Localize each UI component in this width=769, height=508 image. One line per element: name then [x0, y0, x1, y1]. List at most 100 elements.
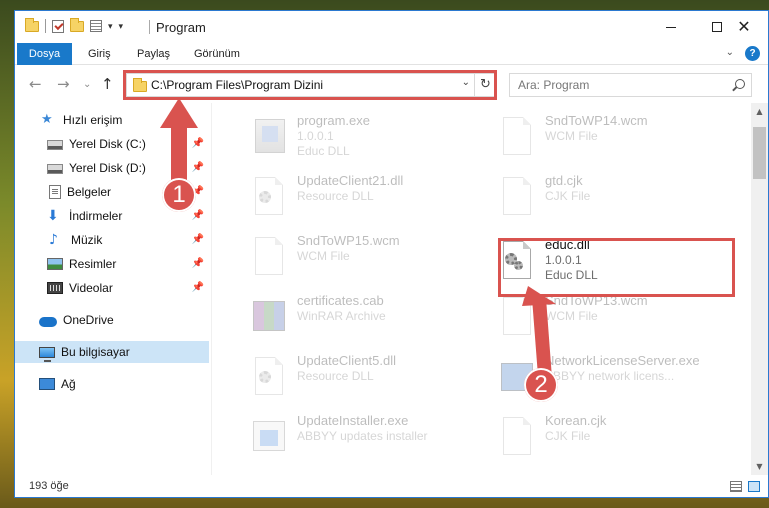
file-name: UpdateInstaller.exe [297, 413, 409, 428]
page-icon [499, 117, 533, 157]
file-name: UpdateClient21.dll [297, 173, 404, 188]
sidebar-item-label: Ağ [61, 377, 76, 391]
sidebar-item-label: OneDrive [63, 313, 114, 327]
music-icon: ♪ [49, 232, 58, 248]
file-item[interactable]: UpdateClient21.dll Resource DLL [241, 171, 471, 219]
file-type: ABBYY updates installer [297, 429, 428, 443]
new-folder-icon[interactable] [70, 17, 84, 32]
toolbar-divider [45, 19, 46, 33]
file-item[interactable]: program.exe 1.0.0.1 Educ DLL [241, 111, 471, 159]
sidebar-item-this-pc[interactable]: Bu bilgisayar [15, 341, 209, 363]
sidebar-item-videos[interactable]: Videolar 📌 [15, 277, 210, 299]
sidebar-item-disk-c[interactable]: Yerel Disk (C:) 📌 [15, 133, 210, 155]
sidebar-item-label: Belgeler [67, 185, 112, 199]
file-name: UpdateClient5.dll [297, 353, 397, 368]
installer-icon [251, 417, 285, 457]
up-arrow-icon[interactable]: ↑ [101, 75, 114, 93]
title-bar: ▾ ▾ Program ✕ [15, 11, 768, 43]
file-name: NetworkLicenseServer.exe [545, 353, 700, 368]
pin-icon[interactable]: 📌 [192, 162, 204, 173]
sidebar-item-label: Resimler [69, 257, 117, 271]
tab-share[interactable]: Paylaş [137, 43, 170, 65]
page-icon [251, 237, 285, 277]
file-item[interactable]: UpdateInstaller.exe ABBYY updates instal… [241, 411, 471, 459]
pane-divider[interactable] [211, 103, 212, 475]
sidebar-item-onedrive[interactable]: OneDrive [15, 309, 210, 331]
sidebar-item-label: Bu bilgisayar [61, 345, 130, 359]
sidebar-item-label: Müzik [71, 233, 103, 247]
tab-view[interactable]: Görünüm [194, 43, 240, 65]
file-type: WinRAR Archive [297, 309, 386, 323]
file-item[interactable]: SndToWP13.wcm WCM File [489, 291, 719, 339]
close-button[interactable]: ✕ [721, 11, 767, 43]
chevron-down-icon[interactable]: ⌄ [726, 47, 734, 58]
pictures-icon [47, 258, 63, 270]
sidebar-item-label: Videolar [69, 281, 113, 295]
large-icons-view-icon[interactable] [748, 481, 760, 492]
properties-icon[interactable] [90, 20, 102, 32]
properties-check-icon[interactable] [52, 19, 64, 33]
chevron-down-icon[interactable]: ▾ [108, 21, 113, 32]
chevron-down-icon[interactable]: ⌄ [83, 79, 91, 90]
network-icon [39, 378, 55, 390]
file-list: program.exe 1.0.0.1 Educ DLL SndToWP14.w… [223, 103, 748, 475]
pin-icon[interactable]: 📌 [192, 258, 204, 269]
exe-icon [251, 117, 285, 157]
sidebar-item-label: Hızlı erişim [63, 113, 123, 127]
back-arrow-icon[interactable]: ← [29, 75, 42, 93]
sidebar-item-network[interactable]: Ağ [15, 373, 210, 395]
pin-icon[interactable]: 📌 [192, 234, 204, 245]
file-item[interactable]: NetworkLicenseServer.exe ABBYY network l… [489, 351, 719, 399]
file-item[interactable]: Korean.cjk CJK File [489, 411, 719, 459]
file-name: gtd.cjk [545, 173, 583, 188]
page-icon [499, 177, 533, 217]
file-name: program.exe [297, 113, 370, 128]
search-input[interactable]: Ara: Program [518, 78, 589, 92]
pin-icon[interactable]: 📌 [192, 138, 204, 149]
pin-icon[interactable]: 📌 [192, 282, 204, 293]
file-name: Korean.cjk [545, 413, 607, 428]
step-badge-2: 2 [524, 368, 558, 402]
tab-file[interactable]: Dosya [17, 43, 72, 65]
search-box[interactable]: Ara: Program [509, 73, 752, 97]
file-type: WCM File [545, 309, 598, 323]
explorer-window: ▾ ▾ Program ✕ Dosya Giriş Paylaş Görünüm… [14, 10, 769, 498]
file-name: certificates.cab [297, 293, 384, 308]
scroll-thumb[interactable] [753, 127, 766, 179]
vertical-scrollbar[interactable]: ▲ ▼ [751, 103, 768, 475]
forward-arrow-icon[interactable]: → [57, 75, 70, 93]
minimize-button[interactable] [648, 11, 694, 43]
file-item[interactable]: UpdateClient5.dll Resource DLL [241, 351, 471, 399]
file-type: ABBYY network licens... [545, 369, 675, 383]
file-item[interactable]: gtd.cjk CJK File [489, 171, 719, 219]
file-item[interactable]: certificates.cab WinRAR Archive [241, 291, 471, 339]
navigation-bar: ← → ⌄ ↑ C:\Program Files\Program Dizini … [15, 67, 768, 103]
help-icon[interactable]: ? [745, 46, 760, 61]
tab-home[interactable]: Giriş [88, 43, 111, 65]
dll-icon [251, 177, 285, 217]
archive-icon [251, 297, 285, 337]
status-bar: 193 öğe [15, 475, 768, 497]
file-name: SndToWP14.wcm [545, 113, 648, 128]
file-item[interactable]: SndToWP14.wcm WCM File [489, 111, 719, 159]
title-divider [149, 20, 150, 34]
details-view-icon[interactable] [730, 481, 742, 492]
sidebar-item-label: Yerel Disk (C:) [69, 137, 146, 151]
customize-toolbar-icon[interactable]: ▾ [119, 21, 124, 32]
file-highlight-box [498, 238, 735, 297]
file-type: Resource DLL [297, 369, 374, 383]
sidebar-item-quick-access[interactable]: ★ Hızlı erişim [15, 109, 210, 131]
minimize-icon [666, 26, 676, 28]
scroll-up-icon[interactable]: ▲ [751, 103, 768, 120]
download-icon: ⬇ [47, 208, 59, 224]
ribbon-tabs: Dosya Giriş Paylaş Görünüm ⌄ ? [15, 43, 768, 65]
item-count: 193 öğe [29, 480, 69, 492]
computer-icon [39, 346, 55, 362]
pin-icon[interactable]: 📌 [192, 210, 204, 221]
sidebar-item-music[interactable]: ♪ Müzik 📌 [15, 229, 210, 251]
sidebar-item-pictures[interactable]: Resimler 📌 [15, 253, 210, 275]
file-item[interactable]: SndToWP15.wcm WCM File [241, 231, 471, 279]
close-icon: ✕ [737, 17, 751, 36]
sidebar-item-disk-d[interactable]: Yerel Disk (D:) 📌 [15, 157, 210, 179]
scroll-down-icon[interactable]: ▼ [751, 458, 768, 475]
